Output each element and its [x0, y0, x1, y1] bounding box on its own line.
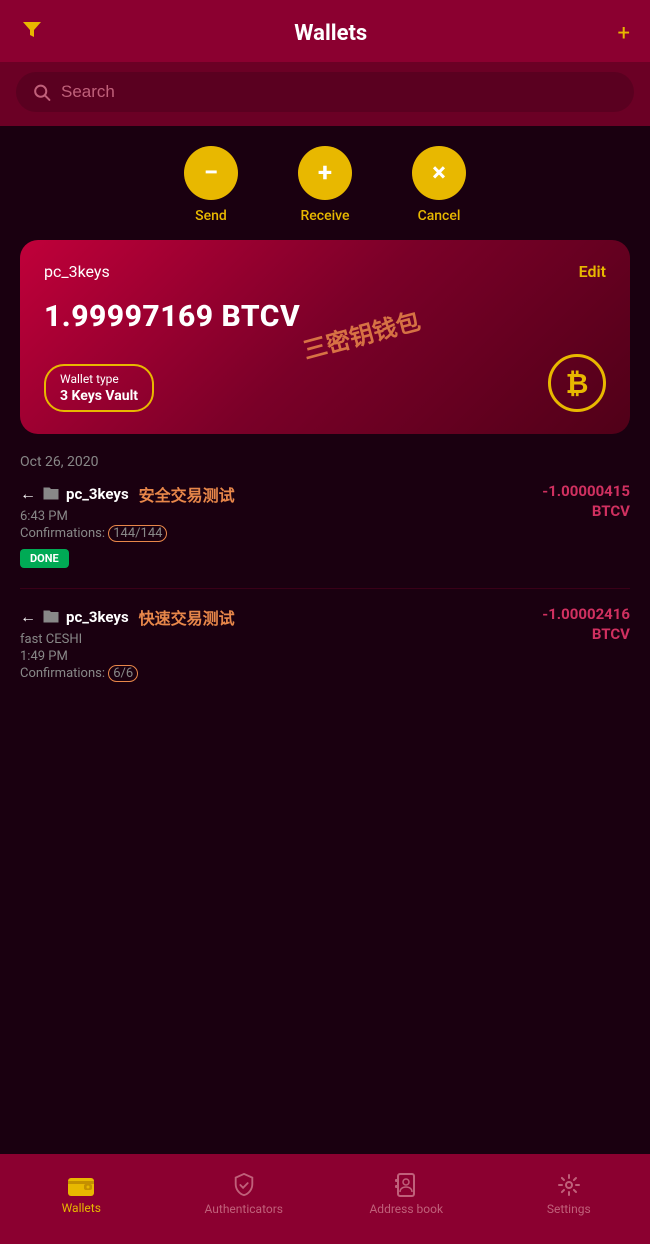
tx-left: ← pc_3keys 安全交易测试 6:43 PM Confirmations:…: [20, 482, 542, 568]
tx-amount-2: -1.00002416 BTCV: [542, 605, 630, 644]
wallet-edit-button[interactable]: Edit: [579, 262, 606, 281]
tx-amount-value-2: -1.00002416: [542, 605, 630, 625]
transactions-section: Oct 26, 2020 ← pc_3keys 安全交易测试 6: [0, 454, 650, 687]
wallet-footer: Wallet type 3 Keys Vault ₿: [44, 354, 606, 412]
nav-label-authenticators: Authenticators: [205, 1202, 283, 1216]
tx-status-done: DONE: [20, 549, 69, 568]
search-input[interactable]: [61, 82, 618, 102]
tx-arrow-icon-2: ←: [20, 607, 36, 627]
wallet-type-badge: Wallet type 3 Keys Vault: [44, 364, 154, 412]
nav-label-wallets: Wallets: [62, 1201, 101, 1215]
tx-chinese-label-2: 快速交易测试: [139, 605, 235, 629]
tx-extra-label-2: fast CESHI: [20, 632, 542, 647]
bottom-navigation: Wallets Authenticators Address book Sett…: [0, 1154, 650, 1244]
tx-row-2: ← pc_3keys 快速交易测试 fast CESHI 1:49 PM Con…: [20, 605, 630, 687]
tx-wallet-name: pc_3keys: [66, 485, 129, 503]
tx-time-2: 1:49 PM: [20, 649, 542, 664]
send-circle: −: [184, 146, 238, 200]
wallet-type-value: 3 Keys Vault: [60, 388, 138, 404]
nav-label-settings: Settings: [547, 1202, 591, 1216]
tx-amount-value-1: -1.00000415: [542, 482, 630, 502]
nav-item-authenticators[interactable]: Authenticators: [163, 1173, 326, 1216]
receive-label: Receive: [300, 208, 349, 224]
nav-label-address-book: Address book: [369, 1202, 443, 1216]
wallet-type-label: Wallet type: [60, 372, 138, 386]
transaction-date: Oct 26, 2020: [20, 454, 630, 470]
tx-confirmations-2: Confirmations: 6/6: [20, 666, 542, 681]
tx-confirmations-1: Confirmations: 144/144: [20, 526, 542, 541]
search-wrapper: [16, 72, 634, 112]
nav-item-settings[interactable]: Settings: [488, 1173, 650, 1216]
cancel-circle: ×: [412, 146, 466, 200]
tx-currency-1: BTCV: [542, 502, 630, 522]
settings-nav-icon: [557, 1173, 581, 1197]
tx-amount-1: -1.00000415 BTCV: [542, 482, 630, 521]
receive-circle: +: [298, 146, 352, 200]
wallet-name: pc_3keys: [44, 262, 110, 281]
page-title: Wallets: [294, 21, 367, 46]
nav-item-address-book[interactable]: Address book: [325, 1173, 488, 1216]
transaction-item-2[interactable]: ← pc_3keys 快速交易测试 fast CESHI 1:49 PM Con…: [20, 605, 630, 687]
tx-chinese-label-1: 安全交易测试: [139, 482, 235, 506]
tx-folder-icon: [42, 484, 60, 504]
receive-action[interactable]: + Receive: [298, 146, 352, 224]
tx-top-row: ← pc_3keys 安全交易测试: [20, 482, 542, 506]
action-buttons: − Send + Receive × Cancel: [0, 126, 650, 240]
confirmations-badge-2: 6/6: [108, 665, 138, 682]
filter-icon[interactable]: [20, 18, 44, 48]
search-icon: [32, 82, 51, 102]
wallet-balance: 1.99997169 BTCV: [44, 299, 606, 334]
bitcoin-icon: ₿: [548, 354, 606, 412]
send-action[interactable]: − Send: [184, 146, 238, 224]
tx-arrow-icon: ←: [20, 484, 36, 504]
shield-nav-icon: [233, 1173, 255, 1197]
tx-left-2: ← pc_3keys 快速交易测试 fast CESHI 1:49 PM Con…: [20, 605, 542, 687]
tx-currency-2: BTCV: [542, 625, 630, 645]
tx-row: ← pc_3keys 安全交易测试 6:43 PM Confirmations:…: [20, 482, 630, 568]
cancel-action[interactable]: × Cancel: [412, 146, 466, 224]
tx-divider: [20, 588, 630, 589]
tx-top-row-2: ← pc_3keys 快速交易测试: [20, 605, 542, 629]
wallet-card-header: pc_3keys Edit: [44, 262, 606, 281]
tx-time-1: 6:43 PM: [20, 509, 542, 524]
nav-item-wallets[interactable]: Wallets: [0, 1174, 163, 1215]
cancel-label: Cancel: [418, 208, 461, 224]
address-book-nav-icon: [395, 1173, 417, 1197]
add-button[interactable]: +: [618, 21, 630, 46]
wallet-card-container: pc_3keys Edit 1.99997169 BTCV 三密钥钱包 Wall…: [0, 240, 650, 454]
wallet-card[interactable]: pc_3keys Edit 1.99997169 BTCV 三密钥钱包 Wall…: [20, 240, 630, 434]
transaction-item[interactable]: ← pc_3keys 安全交易测试 6:43 PM Confirmations:…: [20, 482, 630, 568]
tx-folder-icon-2: [42, 607, 60, 627]
wallet-nav-icon: [68, 1174, 94, 1196]
tx-wallet-name-2: pc_3keys: [66, 608, 129, 626]
search-bar: [0, 62, 650, 126]
confirmations-badge-1: 144/144: [108, 525, 167, 542]
app-header: Wallets +: [0, 0, 650, 62]
send-label: Send: [195, 208, 227, 224]
